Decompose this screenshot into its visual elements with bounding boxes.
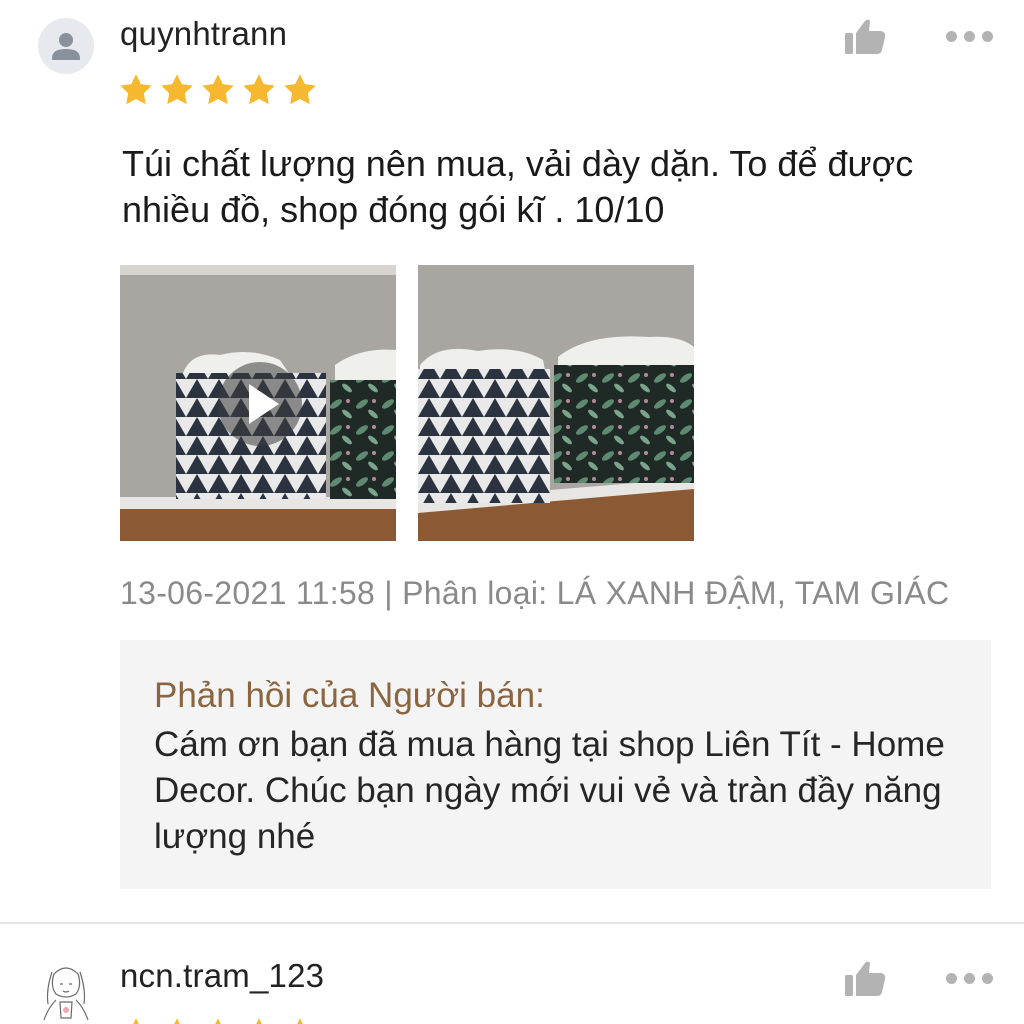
star-icon: [118, 72, 154, 108]
more-options-button[interactable]: [946, 971, 994, 985]
more-options-icon: [946, 31, 957, 42]
seller-reply-body: Cám ơn bạn đã mua hàng tại shop Liên Tít…: [154, 725, 945, 856]
star-icon: [159, 1016, 195, 1024]
review-date: 13-06-2021 11:58: [120, 575, 376, 611]
review-meta: 13-06-2021 11:58 | Phân loại: LÁ XANH ĐẬ…: [120, 575, 949, 612]
user-avatar[interactable]: [36, 960, 96, 1024]
thumbs-up-icon: [845, 961, 886, 996]
review-image-thumbnail[interactable]: [418, 265, 694, 541]
star-icon: [282, 1016, 318, 1024]
review-item: ncn.tram_123: [0, 924, 1024, 1024]
review-video-thumbnail[interactable]: [120, 265, 396, 541]
star-rating: [118, 1016, 318, 1024]
star-icon: [200, 1016, 236, 1024]
more-options-button[interactable]: [946, 29, 994, 43]
default-user-icon: [52, 33, 80, 60]
username[interactable]: quynhtrann: [120, 15, 287, 53]
variant-value: LÁ XANH ĐẬM, TAM GIÁC: [556, 575, 950, 611]
thumbs-up-icon: [845, 19, 886, 54]
seller-reply-title: Phản hồi của Người bán:: [154, 676, 545, 715]
star-icon: [200, 72, 236, 108]
play-icon[interactable]: [218, 362, 302, 446]
like-button[interactable]: [843, 958, 887, 998]
seller-reply: Phản hồi của Người bán: Cám ơn bạn đã mu…: [120, 640, 991, 889]
product-photo: [418, 265, 694, 541]
meta-separator: |: [384, 575, 393, 611]
like-button[interactable]: [843, 16, 887, 56]
sketch-avatar: [43, 967, 89, 1021]
review-item: quynhtrann Túi chất lượng nên mua, vải d…: [0, 0, 1024, 922]
variant-label: Phân loại:: [402, 575, 548, 611]
star-rating: [118, 72, 318, 108]
review-text: Túi chất lượng nên mua, vải dày dặn. To …: [122, 143, 914, 230]
star-icon: [241, 1016, 277, 1024]
star-icon: [282, 72, 318, 108]
star-icon: [159, 72, 195, 108]
star-icon: [118, 1016, 154, 1024]
star-icon: [241, 72, 277, 108]
review-media: [120, 265, 694, 541]
user-avatar[interactable]: [38, 18, 94, 74]
username[interactable]: ncn.tram_123: [120, 957, 324, 995]
more-options-icon: [946, 973, 957, 984]
